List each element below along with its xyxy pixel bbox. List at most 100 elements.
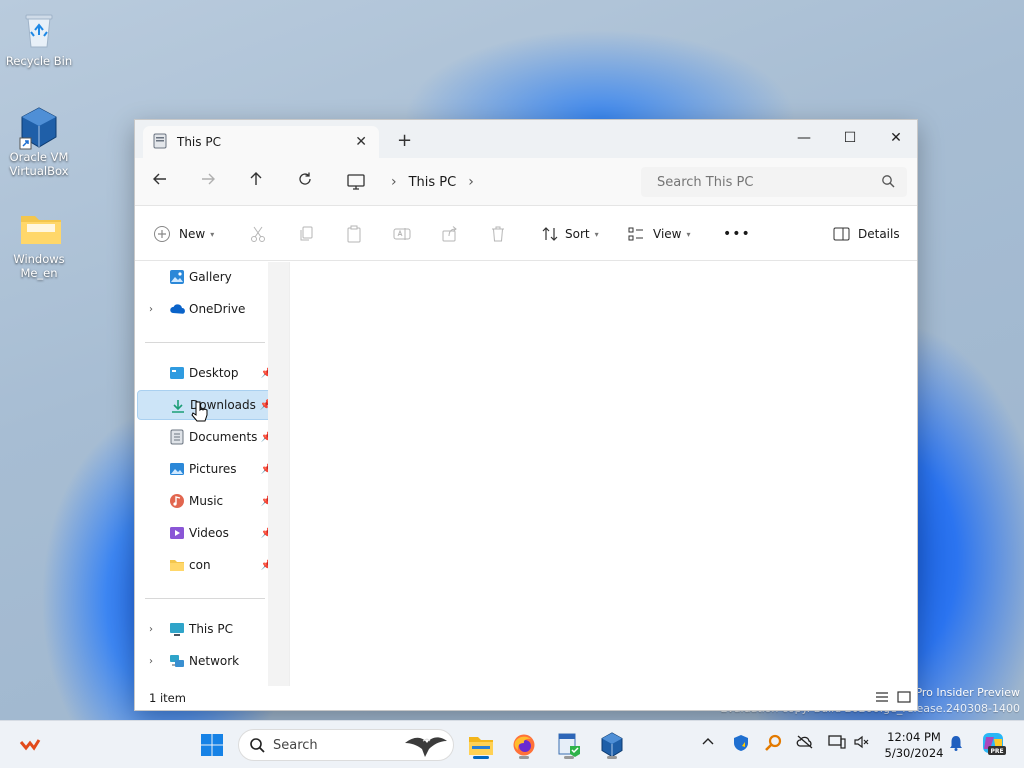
chevron-right-icon[interactable]: › bbox=[468, 174, 474, 190]
copy-icon bbox=[300, 226, 313, 241]
notification-bell-icon[interactable] bbox=[949, 735, 963, 755]
running-indicator bbox=[519, 756, 529, 759]
close-button[interactable]: ✕ bbox=[873, 124, 919, 152]
nav-item-videos[interactable]: Videos 📌 bbox=[137, 518, 275, 548]
tab-this-pc[interactable]: This PC ✕ bbox=[143, 126, 379, 158]
nav-item-onedrive[interactable]: › OneDrive bbox=[137, 294, 275, 324]
breadcrumb-this-pc[interactable]: This PC bbox=[409, 175, 457, 190]
rename-icon bbox=[393, 228, 411, 240]
nav-item-label: Documents bbox=[189, 430, 258, 444]
chevron-right-icon[interactable]: › bbox=[149, 656, 153, 667]
large-icons-view-icon[interactable] bbox=[897, 691, 911, 706]
nav-item-network[interactable]: › Network bbox=[137, 646, 275, 676]
nav-item-this-pc[interactable]: › This PC bbox=[137, 614, 275, 644]
nav-item-label: Gallery bbox=[189, 270, 232, 284]
explorer-body: Gallery › OneDrive Desktop 📌 Downloads 📌… bbox=[135, 262, 917, 688]
delete-icon bbox=[492, 226, 504, 242]
defender-shield-icon[interactable] bbox=[733, 734, 749, 756]
virtualbox-icon[interactable] bbox=[596, 729, 628, 761]
file-list-area[interactable] bbox=[289, 262, 917, 688]
more-options-button[interactable]: ••• bbox=[723, 223, 751, 245]
videos-icon bbox=[169, 525, 185, 541]
forward-arrow-icon bbox=[202, 173, 215, 185]
chevron-right-icon[interactable]: › bbox=[149, 304, 153, 315]
delete-button[interactable] bbox=[489, 223, 507, 245]
display-network-icon[interactable] bbox=[828, 735, 846, 753]
tab-close-icon[interactable]: ✕ bbox=[355, 134, 367, 150]
watermark-line-1: Pro Insider Preview bbox=[915, 686, 1020, 699]
volume-muted-icon[interactable] bbox=[854, 735, 870, 753]
nav-item-music[interactable]: Music 📌 bbox=[137, 486, 275, 516]
chevron-down-icon: ▾ bbox=[210, 229, 215, 239]
chevron-right-icon[interactable]: › bbox=[149, 624, 153, 635]
firefox-icon[interactable] bbox=[508, 729, 540, 761]
nav-item-label: This PC bbox=[189, 622, 233, 636]
share-icon bbox=[442, 226, 457, 242]
sort-icon bbox=[542, 227, 558, 241]
onedrive-offline-icon[interactable] bbox=[796, 735, 814, 753]
this-pc-tab-icon bbox=[153, 133, 167, 152]
script-installer-icon[interactable] bbox=[553, 729, 585, 761]
forward-button[interactable] bbox=[197, 171, 219, 193]
this-pc-address-icon[interactable] bbox=[347, 174, 365, 193]
running-indicator bbox=[607, 756, 617, 759]
onedrive-icon bbox=[169, 301, 185, 317]
refresh-button[interactable] bbox=[294, 171, 316, 193]
taskbar-search[interactable]: Search bbox=[238, 729, 454, 761]
nav-item-con[interactable]: con 📌 bbox=[137, 550, 275, 580]
details-view-icon[interactable] bbox=[875, 691, 889, 706]
maximize-button[interactable]: ☐ bbox=[827, 124, 873, 152]
nav-scroll-gutter bbox=[268, 262, 289, 688]
up-button[interactable] bbox=[245, 171, 267, 193]
running-indicator bbox=[564, 756, 574, 759]
nav-item-pictures[interactable]: Pictures 📌 bbox=[137, 454, 275, 484]
folder-icon bbox=[19, 208, 61, 248]
desktop-icon-recycle-bin[interactable]: Recycle Bin bbox=[2, 10, 76, 68]
start-icon[interactable] bbox=[196, 729, 228, 761]
widgets-icon[interactable] bbox=[16, 729, 48, 761]
nav-item-label: Desktop bbox=[189, 366, 239, 380]
new-button[interactable]: New ▾ bbox=[153, 223, 214, 245]
new-tab-button[interactable]: + bbox=[397, 130, 412, 151]
nav-item-gallery[interactable]: Gallery bbox=[137, 262, 275, 292]
key-search-icon[interactable] bbox=[764, 734, 782, 756]
mouse-cursor-icon bbox=[190, 401, 208, 428]
copilot-pre-icon[interactable]: PRE bbox=[980, 731, 1006, 761]
paste-button[interactable] bbox=[345, 223, 363, 245]
copy-button[interactable] bbox=[297, 223, 315, 245]
chevron-down-icon: ▾ bbox=[594, 229, 599, 239]
back-button[interactable] bbox=[149, 171, 171, 193]
nav-item-desktop[interactable]: Desktop 📌 bbox=[137, 358, 275, 388]
tab-title: This PC bbox=[177, 135, 221, 149]
taskbar-search-label: Search bbox=[273, 737, 318, 753]
chevron-down-icon: ▾ bbox=[686, 229, 691, 239]
rename-button[interactable] bbox=[393, 223, 411, 245]
system-clock[interactable]: 12:04 PM 5/30/2024 bbox=[884, 729, 944, 761]
search-input[interactable] bbox=[657, 174, 867, 190]
cut-button[interactable] bbox=[249, 223, 267, 245]
desktop-icon bbox=[169, 365, 185, 381]
desktop-icon-windows-me[interactable]: Windows Me_en bbox=[2, 208, 76, 280]
minimize-button[interactable]: — bbox=[781, 124, 827, 152]
details-button[interactable]: Details bbox=[833, 223, 900, 245]
svg-text:PRE: PRE bbox=[990, 748, 1003, 755]
show-hidden-icons-chevron-up-icon[interactable] bbox=[702, 735, 714, 750]
file-explorer-icon[interactable] bbox=[465, 729, 497, 761]
search-icon[interactable] bbox=[881, 174, 895, 192]
running-indicator bbox=[473, 756, 489, 759]
search-box[interactable] bbox=[641, 167, 907, 197]
view-icon bbox=[628, 227, 643, 241]
download-icon bbox=[170, 398, 186, 414]
nav-item-label: Music bbox=[189, 494, 224, 508]
sort-button[interactable]: Sort ▾ bbox=[541, 223, 599, 245]
search-highlight-bird-icon bbox=[401, 731, 449, 763]
paste-icon bbox=[347, 225, 361, 243]
desktop-icon-virtualbox[interactable]: Oracle VM VirtualBox bbox=[2, 106, 76, 178]
chevron-right-icon[interactable]: › bbox=[391, 174, 397, 190]
details-pane-icon bbox=[833, 227, 850, 241]
address-bar: › This PC › bbox=[135, 158, 917, 206]
nav-item-label: OneDrive bbox=[189, 302, 246, 316]
file-explorer-window: This PC ✕ + — ☐ ✕ › This PC › Search Thi… bbox=[134, 119, 918, 711]
view-button[interactable]: View ▾ bbox=[627, 223, 691, 245]
share-button[interactable] bbox=[441, 223, 459, 245]
